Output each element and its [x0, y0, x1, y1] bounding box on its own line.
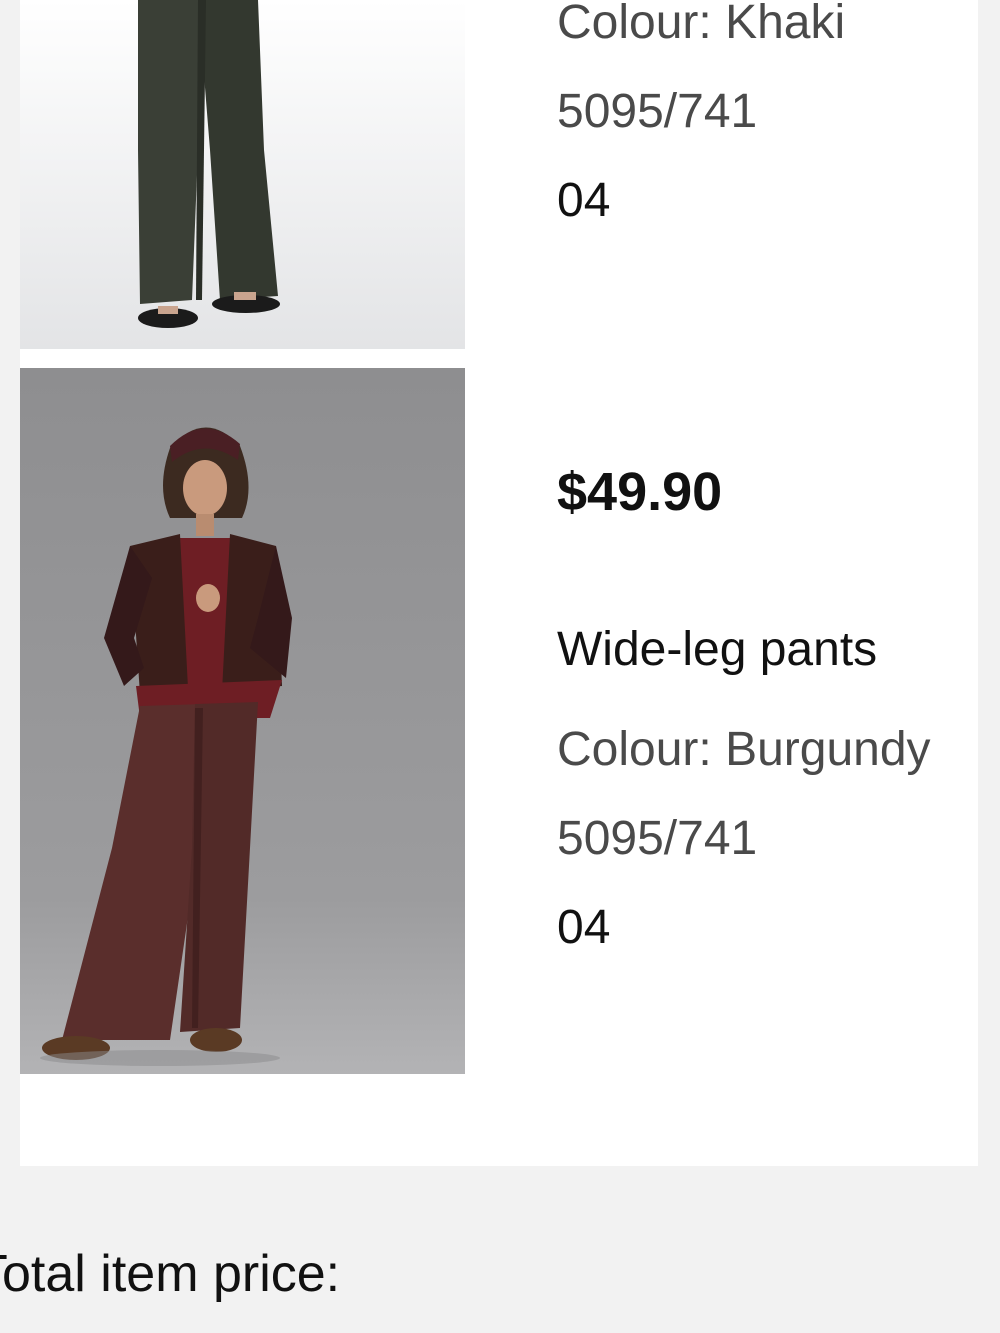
order-summary-page: Colour: Khaki 5095/741 04 $49.90 Wide-le… [0, 0, 1000, 1333]
product-image-khaki-pants[interactable] [20, 0, 465, 349]
item-reference: 5095/741 [557, 812, 758, 865]
product-image-burgundy-pants[interactable] [20, 368, 465, 1074]
item-colour: Colour: Burgundy [557, 723, 931, 776]
item-reference: 5095/741 [557, 85, 758, 138]
burgundy-pants-illustration [20, 368, 465, 1074]
total-item-price-label: Total item price: [0, 1245, 341, 1303]
order-items-card: Colour: Khaki 5095/741 04 $49.90 Wide-le… [20, 0, 978, 1166]
item-size: 04 [557, 901, 611, 954]
khaki-pants-illustration [20, 0, 465, 349]
item-name[interactable]: Wide-leg pants [557, 622, 877, 678]
item-size: 04 [557, 174, 611, 227]
item-price: $49.90 [557, 462, 723, 522]
item-colour: Colour: Khaki [557, 0, 846, 49]
